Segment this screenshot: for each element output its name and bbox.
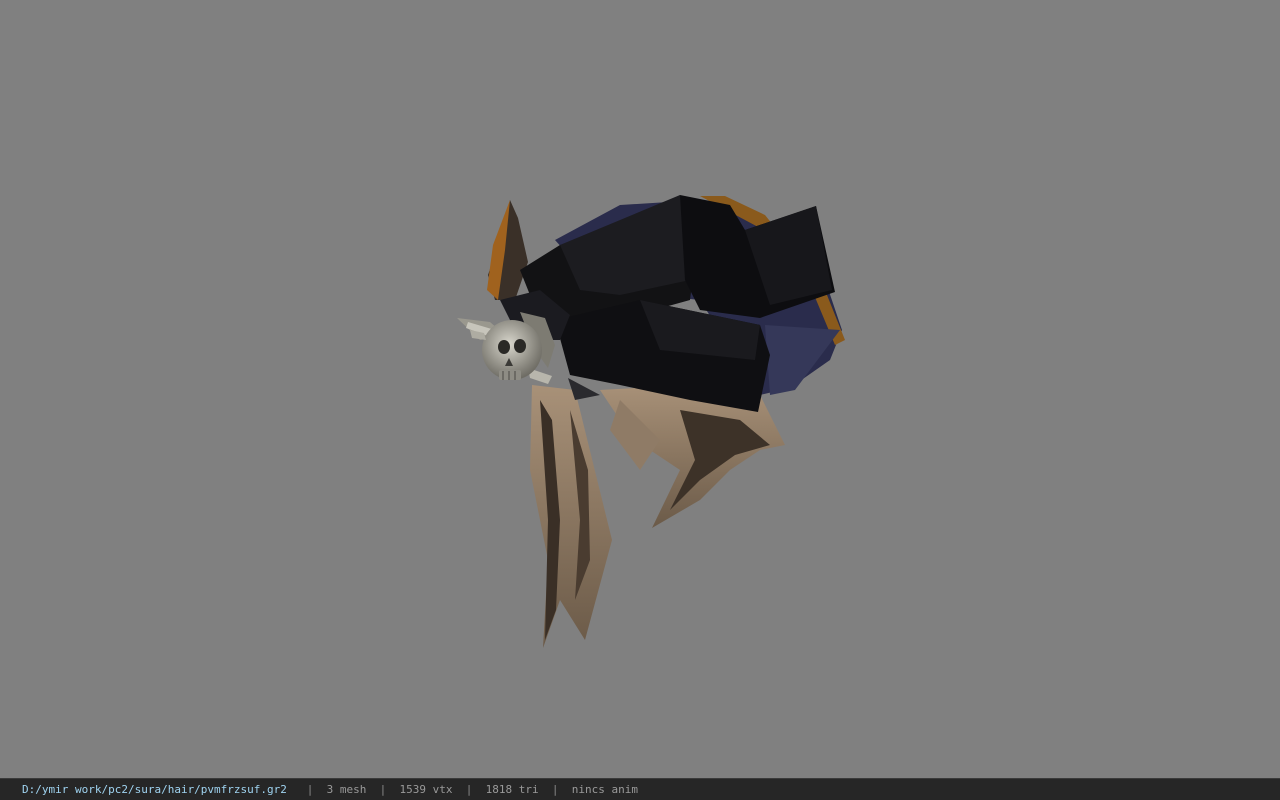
triangle-count: 1818 tri bbox=[485, 783, 539, 796]
hat-spike bbox=[487, 200, 528, 300]
separator: | bbox=[379, 783, 387, 796]
separator: | bbox=[465, 783, 473, 796]
skull-ornament bbox=[457, 312, 555, 384]
status-bar: D:/ymir work/pc2/sura/hair/pvmfrzsuf.gr2… bbox=[0, 778, 1280, 800]
animation-status: nincs anim bbox=[571, 783, 638, 796]
hair-strands bbox=[530, 385, 785, 648]
separator: | bbox=[551, 783, 559, 796]
3d-viewport[interactable] bbox=[0, 0, 1280, 778]
separator: | bbox=[306, 783, 314, 796]
mesh-count: 3 mesh bbox=[326, 783, 367, 796]
file-path: D:/ymir work/pc2/sura/hair/pvmfrzsuf.gr2 bbox=[22, 783, 287, 796]
vertex-count: 1539 vtx bbox=[399, 783, 453, 796]
hair-model-render bbox=[457, 195, 845, 648]
